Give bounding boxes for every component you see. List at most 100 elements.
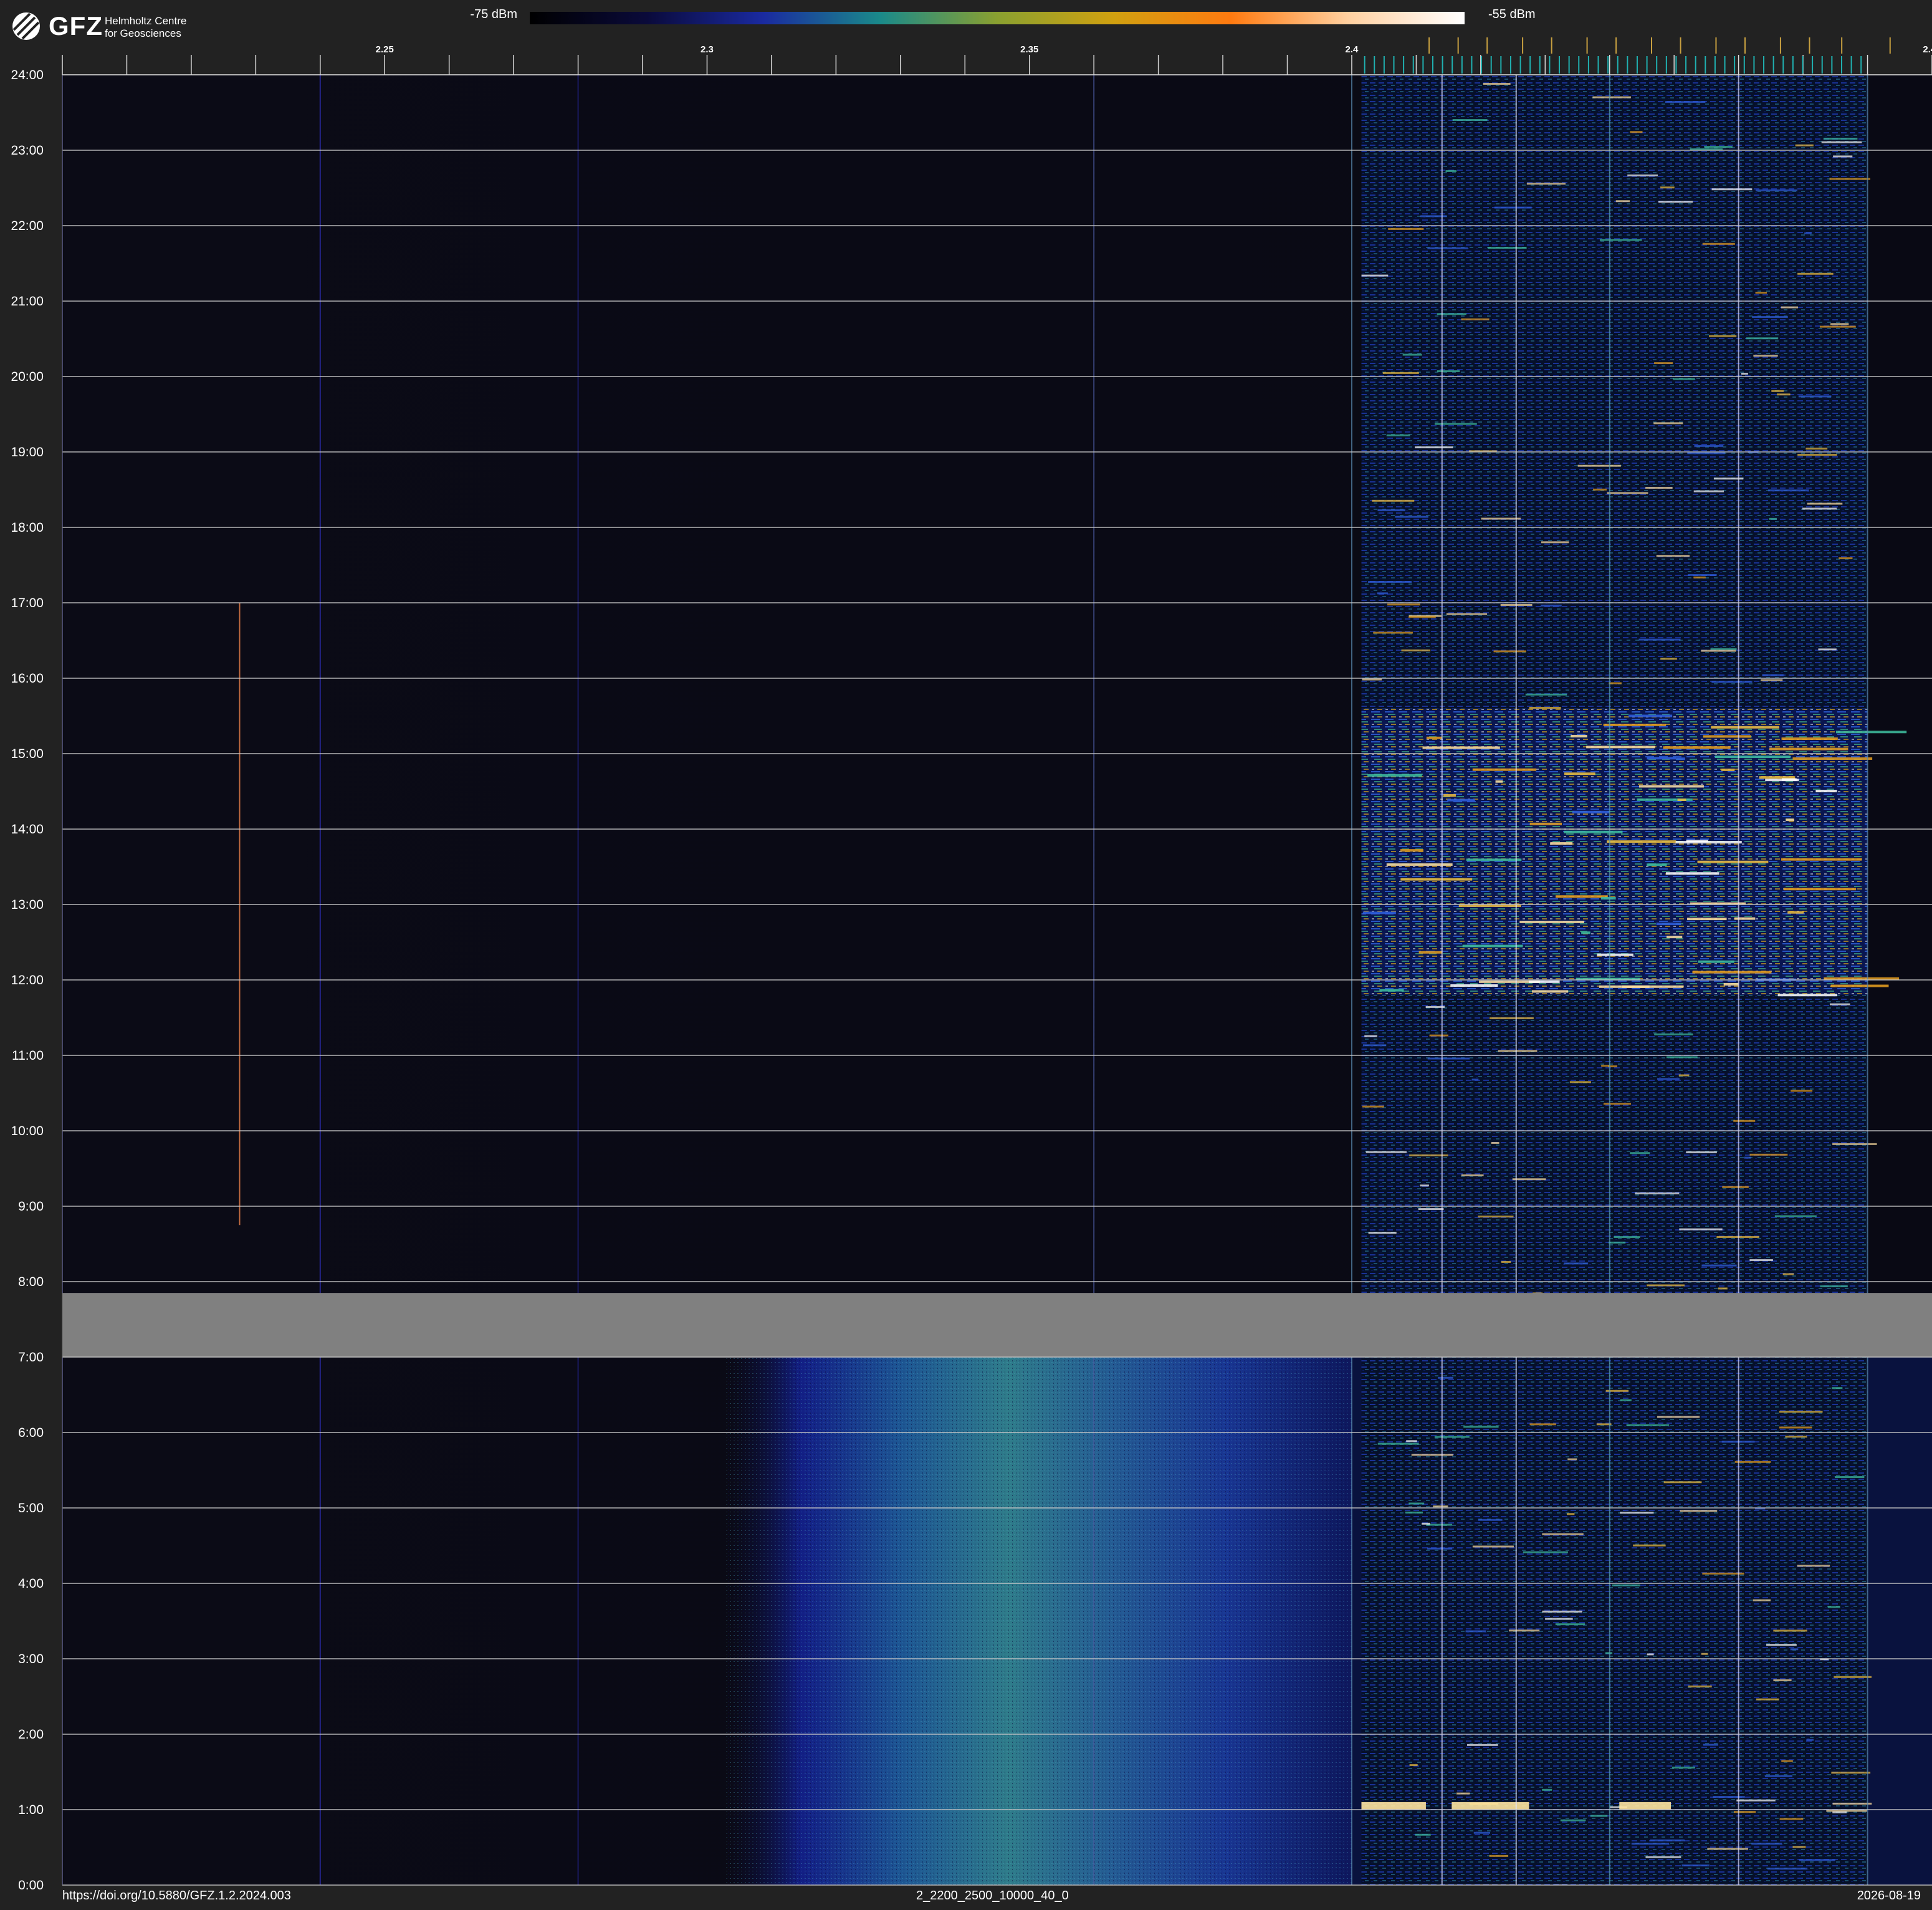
activity-streak <box>1542 1788 1552 1791</box>
activity-streak <box>1373 631 1413 634</box>
activity-streak <box>1693 490 1724 492</box>
activity-streak <box>1387 603 1420 606</box>
activity-streak <box>1710 648 1737 650</box>
activity-streak <box>1529 980 1560 983</box>
activity-streak <box>1755 189 1797 191</box>
activity-streak <box>1491 1141 1499 1144</box>
activity-streak <box>1802 507 1837 510</box>
y-tick-label: 24:00 <box>11 68 44 82</box>
activity-streak <box>1564 830 1623 833</box>
activity-streak <box>1756 1698 1779 1701</box>
activity-streak <box>1402 353 1422 356</box>
activity-streak <box>1704 146 1733 148</box>
y-tick-label: 12:00 <box>11 973 44 987</box>
y-tick-label: 2:00 <box>18 1727 44 1742</box>
activity-streak <box>1777 994 1837 997</box>
y-tick-label: 13:00 <box>11 898 44 912</box>
activity-streak <box>1498 1050 1537 1052</box>
activity-streak <box>1542 1533 1584 1535</box>
activity-streak <box>1550 842 1573 845</box>
activity-streak <box>1599 239 1642 241</box>
activity-streak <box>1481 517 1521 520</box>
x-tick-label: 2.4 <box>1346 44 1359 55</box>
activity-streak <box>1736 1799 1776 1802</box>
activity-streak <box>1680 1510 1718 1512</box>
activity-streak <box>1781 1760 1793 1762</box>
activity-streak <box>1438 1376 1453 1379</box>
activity-streak <box>1411 1454 1453 1456</box>
activity-streak <box>1781 778 1797 781</box>
activity-streak <box>1365 1151 1407 1153</box>
activity-streak <box>1654 1033 1693 1035</box>
activity-streak <box>1631 1843 1670 1845</box>
activity-streak <box>1797 454 1837 456</box>
y-tick-label: 20:00 <box>11 370 44 384</box>
activity-streak <box>1660 658 1677 660</box>
activity-streak <box>1443 794 1456 797</box>
activity-streak <box>1686 1151 1717 1154</box>
activity-streak <box>1622 985 1684 988</box>
activity-streak <box>1692 971 1772 974</box>
activity-streak <box>1660 186 1675 189</box>
activity-streak <box>1833 155 1853 158</box>
activity-streak <box>1420 215 1447 218</box>
activity-streak <box>1382 372 1419 374</box>
activity-streak <box>1766 1644 1797 1646</box>
activity-streak <box>1405 1511 1423 1514</box>
activity-streak <box>1493 650 1526 653</box>
activity-streak <box>1501 1260 1511 1263</box>
activity-streak <box>1744 1156 1751 1159</box>
activity-streak <box>1401 649 1431 651</box>
activity-streak <box>1427 1057 1470 1060</box>
activity-streak <box>1688 1685 1712 1687</box>
activity-streak <box>1753 1599 1771 1601</box>
activity-streak <box>1526 183 1566 185</box>
activity-streak <box>1600 896 1616 900</box>
activity-streak <box>1647 757 1676 760</box>
activity-streak <box>1607 492 1648 494</box>
activity-streak <box>1815 789 1837 792</box>
activity-streak <box>1656 555 1690 557</box>
activity-streak <box>1663 1481 1702 1484</box>
x-tick-label: 2.25 <box>376 44 394 55</box>
activity-streak <box>1386 863 1453 866</box>
activity-streak <box>1630 131 1643 133</box>
activity-streak <box>1711 188 1753 191</box>
activity-streak <box>1472 768 1537 771</box>
activity-streak <box>1675 841 1742 844</box>
activity-streak <box>1409 1764 1418 1767</box>
activity-streak <box>1519 920 1584 923</box>
activity-streak <box>1666 872 1719 875</box>
activity-streak <box>1478 1519 1503 1521</box>
x-tick-label: 2.49 <box>1923 44 1932 55</box>
y-tick-label: 23:00 <box>11 143 44 158</box>
burst-band <box>1451 1802 1529 1810</box>
activity-streak <box>1681 1864 1710 1867</box>
activity-streak <box>1798 395 1832 398</box>
activity-streak <box>1656 923 1681 926</box>
activity-streak <box>1819 325 1856 328</box>
activity-streak <box>1777 393 1791 396</box>
activity-streak <box>1832 1811 1847 1813</box>
activity-streak <box>1581 931 1590 934</box>
activity-streak <box>1804 232 1812 234</box>
activity-streak <box>1722 1186 1749 1188</box>
activity-streak <box>1461 318 1490 320</box>
activity-streak <box>1437 370 1460 373</box>
activity-streak <box>1461 1174 1484 1176</box>
activity-streak <box>1452 119 1488 122</box>
activity-streak <box>1687 918 1727 921</box>
activity-streak <box>1620 1399 1632 1401</box>
activity-streak <box>1362 1105 1384 1108</box>
activity-streak <box>1437 313 1466 315</box>
activity-streak <box>1829 1003 1850 1005</box>
activity-streak <box>1782 1273 1794 1275</box>
activity-streak <box>1542 1610 1582 1613</box>
activity-streak <box>1792 1846 1806 1848</box>
activity-streak <box>1415 446 1453 449</box>
missing-data-band <box>62 1293 1932 1357</box>
activity-streak <box>1779 1818 1804 1820</box>
y-tick-label: 7:00 <box>18 1350 44 1365</box>
activity-streak <box>1781 306 1798 309</box>
activity-streak <box>1545 1618 1573 1620</box>
